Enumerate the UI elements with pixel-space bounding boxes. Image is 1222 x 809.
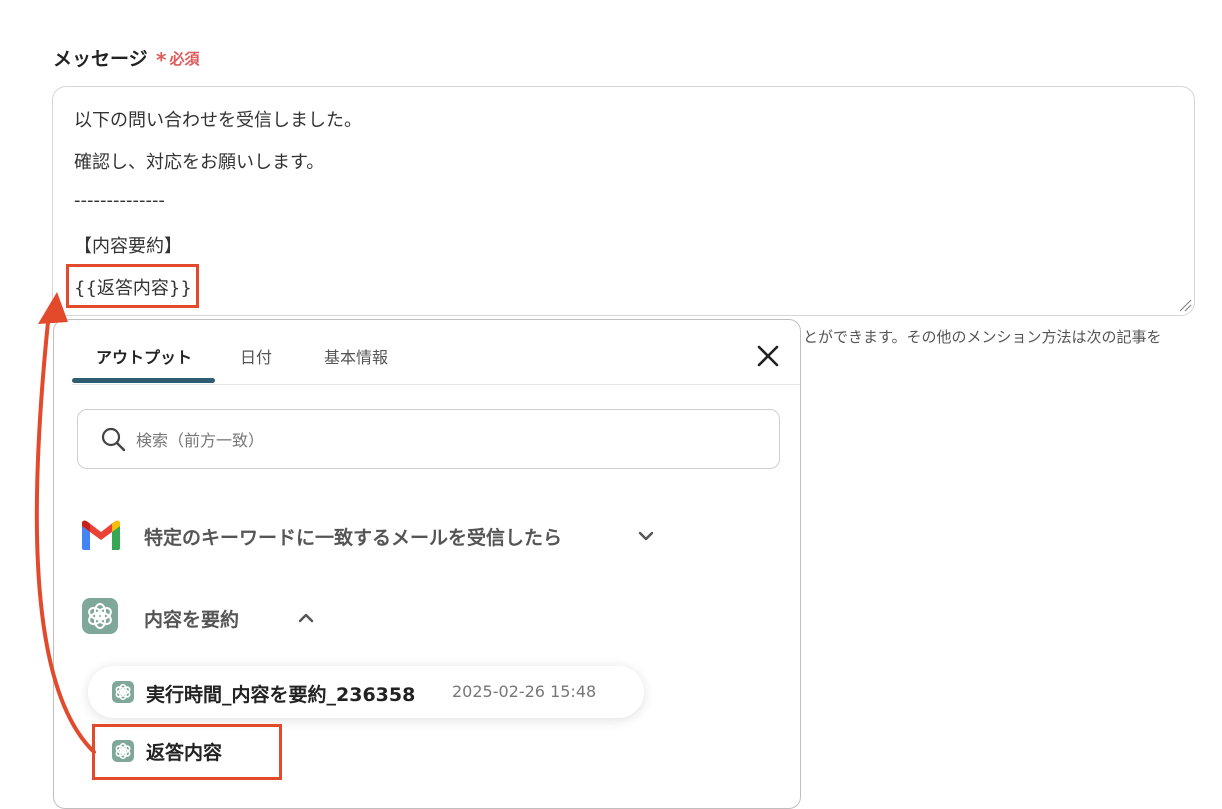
output-item-time: 2025-02-26 15:48	[452, 682, 597, 701]
chatgpt-icon	[82, 598, 118, 634]
required-text: 必須	[169, 50, 200, 68]
message-line-2: 確認し、対応をお願いします。	[74, 152, 325, 173]
group-title-summarize: 内容を要約	[144, 609, 240, 631]
chevron-down-icon[interactable]	[636, 526, 656, 546]
group-gmail-trigger[interactable]: 特定のキーワードに一致するメールを受信したら	[80, 516, 680, 556]
output-item-execution-time[interactable]: 実行時間_内容を要約_236358 2025-02-26 15:48	[88, 666, 644, 718]
required-star: *	[156, 48, 167, 72]
output-item-label: 実行時間_内容を要約_236358	[146, 684, 416, 706]
resize-handle[interactable]	[1178, 298, 1192, 312]
gmail-icon	[82, 520, 120, 550]
chevron-up-icon[interactable]	[296, 608, 316, 628]
variable-highlight-box	[66, 264, 199, 308]
required-badge: * 必須	[156, 48, 199, 72]
group-title-gmail: 特定のキーワードに一致するメールを受信したら	[144, 527, 563, 549]
chatgpt-icon	[112, 681, 134, 703]
tab-basic-info[interactable]: 基本情報	[324, 344, 388, 368]
search-icon	[101, 427, 126, 452]
mention-hint-text: とができます。その他のメンション方法は次の記事を	[803, 328, 1162, 346]
tab-date[interactable]: 日付	[240, 344, 272, 368]
field-label: メッセージ	[53, 48, 148, 70]
tab-output[interactable]: アウトプット	[96, 344, 192, 368]
close-icon[interactable]	[754, 342, 782, 370]
message-line-3: --------------	[74, 190, 165, 211]
item-highlight-box	[92, 724, 282, 780]
search-input[interactable]	[134, 426, 738, 454]
active-tab-indicator	[72, 378, 215, 383]
tab-divider	[72, 384, 800, 385]
message-line-1: 以下の問い合わせを受信しました。	[74, 110, 362, 131]
search-box	[77, 409, 780, 469]
group-summarize[interactable]: 内容を要約	[80, 598, 380, 638]
message-line-4: 【内容要約】	[74, 236, 182, 257]
